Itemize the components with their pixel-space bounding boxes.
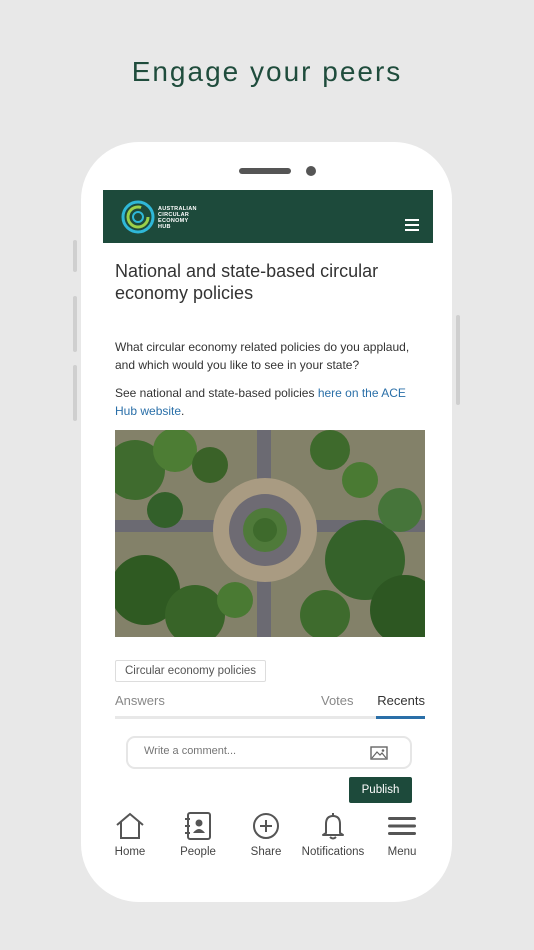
logo-wordmark: AUSTRALIAN CIRCULAR ECONOMY HUB bbox=[158, 206, 197, 230]
bottom-nav: Home People Share Notifications Menu bbox=[81, 812, 416, 872]
plus-circle-icon bbox=[253, 813, 279, 839]
answers-tab-bar: Answers Votes Recents bbox=[115, 690, 425, 719]
topic-tag[interactable]: Circular economy policies bbox=[115, 660, 267, 682]
bell-icon bbox=[322, 813, 344, 840]
comment-box[interactable] bbox=[126, 736, 412, 769]
tab-recents[interactable]: Recents bbox=[377, 693, 425, 708]
post-question: What circular economy related policies d… bbox=[115, 340, 410, 372]
hamburger-menu-icon[interactable] bbox=[405, 219, 419, 231]
contacts-icon bbox=[185, 812, 211, 840]
image-attach-icon[interactable] bbox=[370, 746, 388, 760]
phone-side-button bbox=[73, 240, 77, 272]
publish-button[interactable]: Publish bbox=[349, 777, 412, 803]
phone-side-button bbox=[456, 315, 460, 405]
post-title: National and state-based circular econom… bbox=[115, 261, 379, 303]
comment-input[interactable] bbox=[142, 744, 366, 758]
phone-speaker bbox=[239, 168, 291, 174]
ace-hub-logo-icon[interactable] bbox=[121, 200, 155, 234]
nav-item-people[interactable]: People bbox=[165, 812, 231, 858]
active-tab-indicator bbox=[376, 716, 425, 719]
nav-item-home[interactable]: Home bbox=[97, 812, 163, 858]
home-icon bbox=[116, 812, 144, 839]
nav-item-menu[interactable]: Menu bbox=[369, 812, 435, 858]
phone-side-button bbox=[73, 296, 77, 352]
post-reference: See national and state-based policies he… bbox=[115, 386, 406, 418]
post-aerial-photo bbox=[115, 430, 425, 637]
tab-answers[interactable]: Answers bbox=[115, 693, 165, 708]
tab-votes[interactable]: Votes bbox=[321, 693, 354, 708]
app-screen: AUSTRALIAN CIRCULAR ECONOMY HUB National… bbox=[103, 190, 433, 850]
phone-camera bbox=[306, 166, 316, 176]
nav-item-notifications[interactable]: Notifications bbox=[293, 812, 373, 858]
menu-icon bbox=[388, 817, 416, 835]
page-headline: Engage your peers bbox=[131, 56, 403, 87]
app-header: AUSTRALIAN CIRCULAR ECONOMY HUB bbox=[103, 190, 433, 243]
phone-frame: AUSTRALIAN CIRCULAR ECONOMY HUB National… bbox=[81, 142, 452, 902]
phone-side-button bbox=[73, 365, 77, 421]
nav-item-share[interactable]: Share bbox=[233, 812, 299, 858]
